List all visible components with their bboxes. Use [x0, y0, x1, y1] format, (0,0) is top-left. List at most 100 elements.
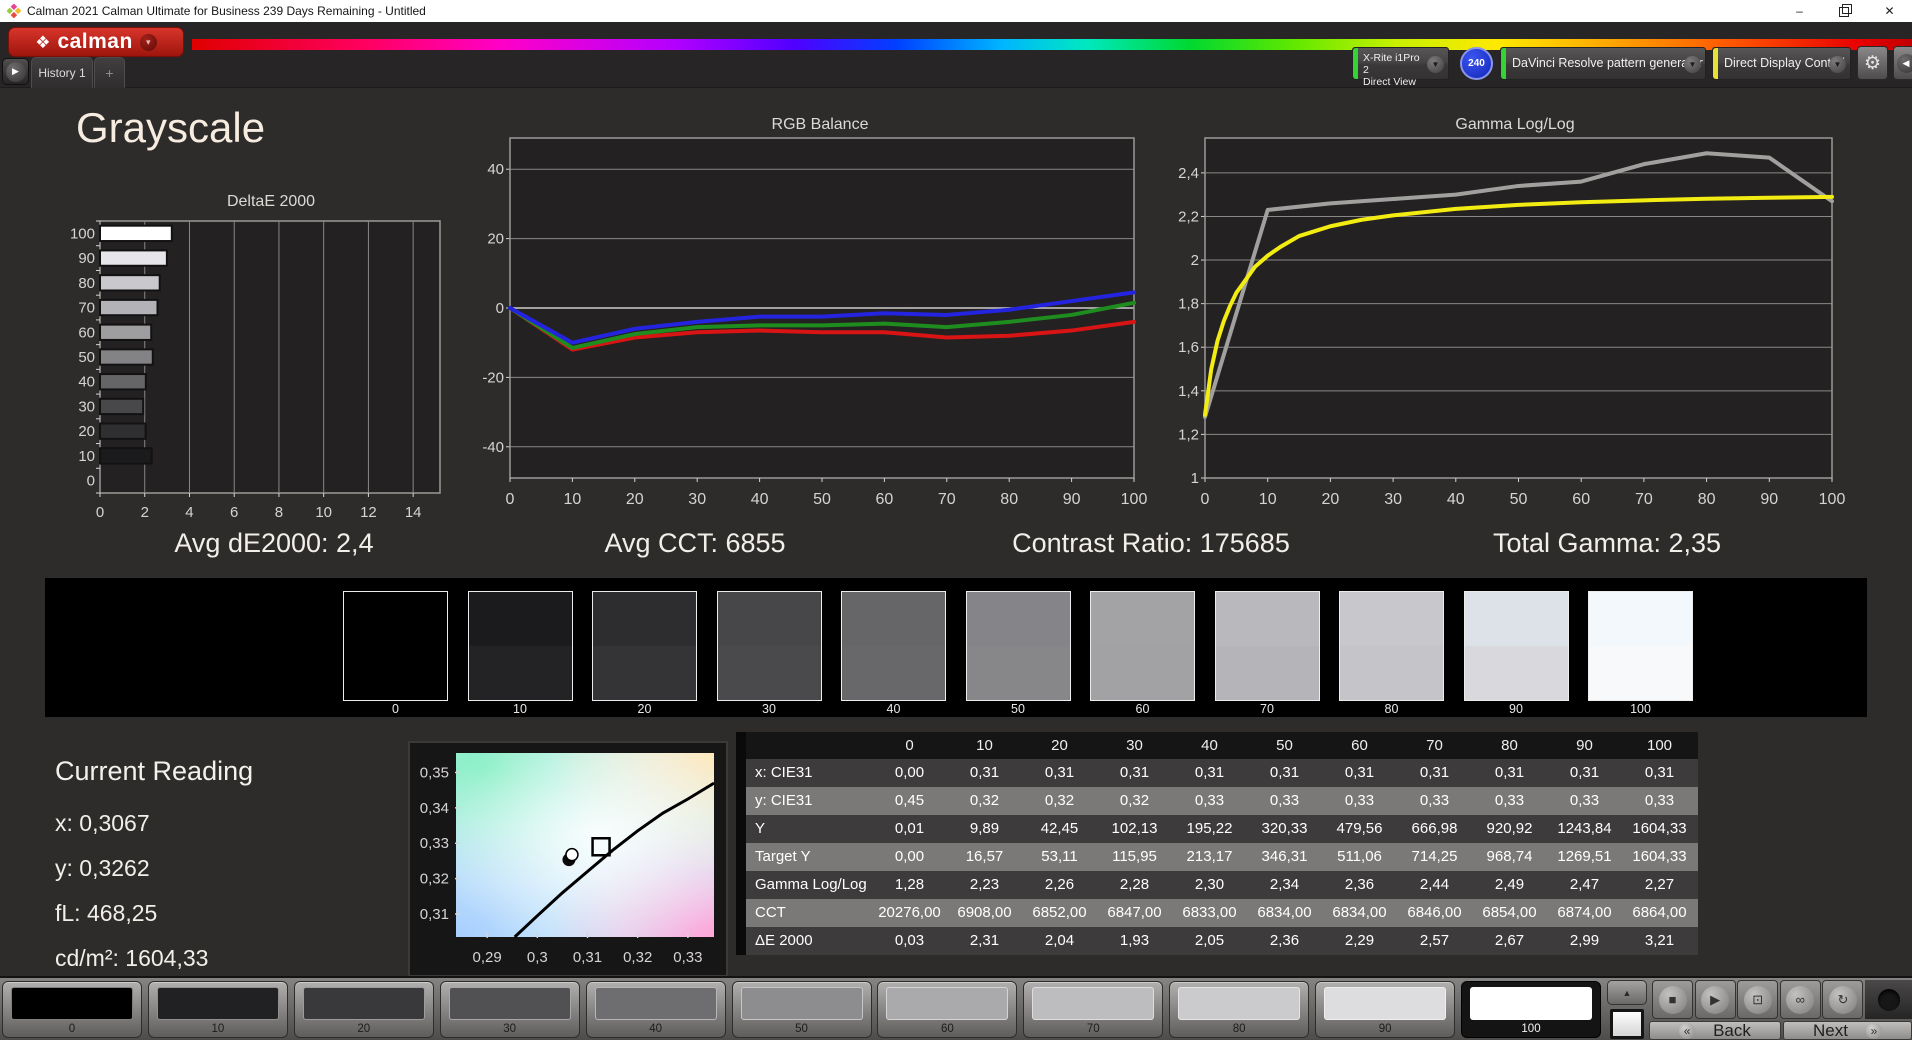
deltae-bar-70 [99, 298, 159, 317]
chart-title: RGB Balance [771, 116, 869, 133]
play-button[interactable]: ▶ [1694, 980, 1736, 1019]
restore-button[interactable] [1822, 0, 1867, 22]
pattern-patch-80[interactable]: 80 [1169, 981, 1310, 1038]
window-title: Calman 2021 Calman Ultimate for Business… [27, 4, 426, 18]
table-cell: 666,98 [1411, 820, 1458, 837]
table-cell: 0,31 [1419, 764, 1450, 781]
row-label: y: CIE31 [755, 792, 813, 809]
svg-text:0,32: 0,32 [420, 871, 449, 888]
table-cell: 2,99 [1569, 932, 1600, 949]
calman-logo-text: calman [57, 30, 133, 53]
table-cell: 0,31 [1194, 764, 1225, 781]
next-button[interactable]: Next » [1783, 1021, 1912, 1040]
table-cell: 2,28 [1119, 876, 1150, 893]
restore-window-icon [1838, 3, 1852, 17]
table-cell: 968,74 [1486, 848, 1533, 865]
table-cell: 0,00 [894, 764, 925, 781]
svg-text:90: 90 [1063, 491, 1081, 508]
deltae-bar-80 [99, 274, 161, 292]
close-button[interactable]: ✕ [1867, 0, 1912, 22]
add-tab-button[interactable]: + [94, 57, 125, 88]
rgb-balance-plot: 40 20 0 -20 -40 0 10 20 30 40 50 60 70 80 90 100 [482, 137, 1148, 508]
svg-text:90: 90 [1760, 491, 1778, 508]
table-cell: 1,93 [1119, 932, 1150, 949]
table-row: Y 0,01 9,89 42,45 102,13 195,22 320,33 479,56 66… [736, 815, 1698, 843]
layout-nav-button[interactable]: ▶ [2, 58, 29, 85]
rgb-balance-chart: RGB Balance 40 20 0 -20 -40 0 10 20 30 40 50 60 70 80… [480, 116, 1160, 517]
next-label: Next [1813, 1020, 1848, 1040]
arrow-right-icon: ▶ [5, 61, 26, 82]
calman-menu-button[interactable]: ❖ calman ▾ [8, 27, 184, 57]
display-control-dropdown[interactable]: Direct Display Control ▼ [1712, 47, 1851, 80]
pattern-source-dropdown[interactable]: DaVinci Resolve pattern generator ▼ [1500, 47, 1706, 80]
pattern-patch-20[interactable]: 20 [293, 981, 434, 1038]
table-cell: 2,49 [1494, 876, 1525, 893]
table-cell: 2,04 [1044, 932, 1075, 949]
table-cell: 0,31 [1644, 764, 1675, 781]
table-cell: 1,28 [894, 876, 925, 893]
svg-text:70: 70 [78, 300, 95, 317]
swatch-60 [1090, 591, 1195, 701]
svg-text:100: 100 [1121, 491, 1148, 508]
pattern-patch-70[interactable]: 70 [1023, 981, 1164, 1038]
pattern-window-button[interactable]: ⊡ [1737, 980, 1779, 1019]
pattern-patch-0[interactable]: 0 [2, 981, 142, 1038]
target-swatch [593, 646, 696, 700]
svg-text:20: 20 [487, 231, 504, 248]
minimize-button[interactable]: – [1777, 0, 1822, 22]
table-cell: 0,31 [969, 764, 1000, 781]
table-cell: 213,17 [1186, 848, 1233, 865]
tab-label: History 1 [38, 66, 86, 80]
swatch-level-label: 50 [1011, 702, 1025, 716]
pattern-patch-10[interactable]: 10 [147, 981, 288, 1038]
patch-label: 30 [503, 1023, 517, 1035]
settings-button[interactable]: ⚙ [1857, 46, 1888, 80]
swatch-30 [716, 591, 822, 701]
table-row: Target Y 0,00 16,57 53,11 115,95 213,17 346,31… [736, 843, 1698, 871]
svg-text:20: 20 [1322, 491, 1340, 508]
pattern-patch-60[interactable]: 60 [877, 981, 1018, 1038]
stop-button[interactable]: ■ [1652, 980, 1693, 1019]
actual-swatch [344, 592, 447, 646]
table-corner-cell [746, 732, 872, 759]
svg-text:10: 10 [1259, 491, 1277, 508]
swatch-level-label: 90 [1509, 702, 1523, 716]
collapse-panel-button[interactable]: ◀ [1893, 46, 1912, 80]
table-cell: 6864,00 [1632, 904, 1687, 921]
meter-status-panel [1865, 980, 1912, 1019]
patch-swatch [1178, 987, 1301, 1020]
table-cell: 1269,51 [1557, 848, 1612, 865]
continuous-button[interactable]: ∞ [1779, 980, 1821, 1019]
back-button[interactable]: « Back [1649, 1021, 1781, 1040]
svg-text:10: 10 [315, 504, 332, 521]
pattern-patch-40[interactable]: 40 [585, 981, 726, 1038]
svg-text:1,2: 1,2 [1178, 426, 1199, 443]
avg-cct-stat: Avg CCT: 6855 [604, 528, 786, 558]
pattern-patch-30[interactable]: 30 [439, 981, 580, 1038]
table-cell: 2,05 [1194, 932, 1225, 949]
expand-patterns-button[interactable]: ▲ [1607, 980, 1647, 1005]
tab-history-1[interactable]: History 1 [31, 57, 93, 88]
table-cell: 2,44 [1419, 876, 1450, 893]
table-cell: 9,89 [969, 820, 1000, 837]
table-cell: 102,13 [1111, 820, 1158, 837]
actual-swatch [1215, 592, 1319, 646]
arrow-left-icon: ◀ [1896, 53, 1912, 73]
table-cell: 0,32 [969, 792, 1000, 809]
table-cell: 42,45 [1040, 820, 1079, 837]
reading-x: x: 0,3067 [55, 810, 150, 836]
patch-swatch [1032, 987, 1155, 1020]
table-cell: 2,36 [1344, 876, 1375, 893]
pattern-patch-90[interactable]: 90 [1315, 981, 1456, 1038]
target-swatch [344, 646, 447, 700]
deltae-bar-90 [99, 249, 168, 267]
table-cell: 0,33 [1344, 792, 1375, 809]
meter-dropdown[interactable]: X-Rite i1Pro 2 Direct View ▼ [1352, 47, 1449, 88]
patch-label: 100 [1521, 1023, 1541, 1035]
refresh-button[interactable]: ↻ [1822, 980, 1864, 1019]
patch-label: 10 [211, 1023, 225, 1035]
pattern-patch-100[interactable]: 100 [1461, 981, 1601, 1038]
svg-text:40: 40 [751, 491, 769, 508]
pattern-patch-50[interactable]: 50 [731, 981, 872, 1038]
svg-text:40: 40 [487, 161, 504, 178]
